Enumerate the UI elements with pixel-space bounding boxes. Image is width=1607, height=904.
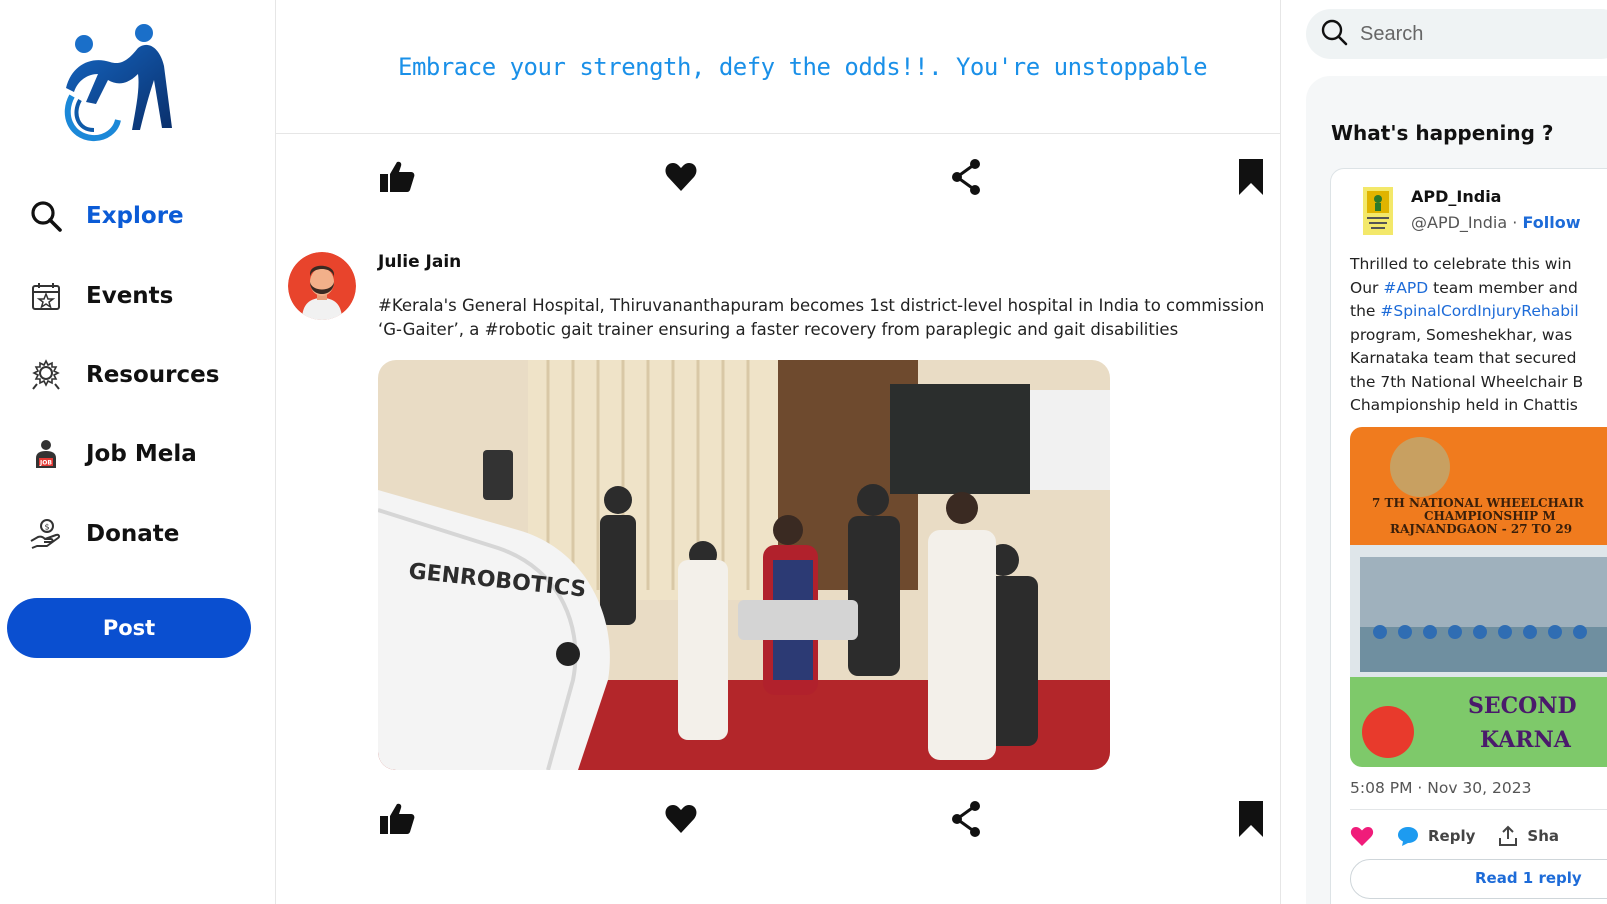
search-input[interactable]	[1360, 22, 1600, 46]
tweet-text-fragment: Our	[1350, 278, 1384, 297]
tweet-text-line: the 7th National Wheelchair B	[1350, 371, 1607, 395]
tweet-text-line: program, Someshekhar, was	[1350, 324, 1607, 348]
main-feed: Embrace your strength, defy the odds!!. …	[276, 0, 1281, 904]
tweet-text-fragment: Thrilled to celebrate this win	[1350, 255, 1572, 273]
whats-happening-title: What's happening ?	[1331, 121, 1554, 145]
tweet-text-line: the #SpinalCordInjuryRehabil	[1350, 300, 1607, 324]
tweet-author-handle: @APD_India · Follow	[1411, 213, 1580, 232]
left-sidebar: Explore Events Resources JOB Job Mela $ …	[0, 0, 276, 904]
reply-label: Reply	[1428, 827, 1476, 845]
avatar[interactable]	[288, 252, 356, 320]
nav-job-mela-label: Job Mela	[86, 441, 197, 467]
upload-share-icon	[1499, 825, 1518, 846]
read-reply-button[interactable]: Read 1 reply	[1350, 859, 1607, 899]
svg-text:$: $	[44, 523, 49, 532]
tweet-image-line-4: SECOND	[1468, 693, 1577, 719]
search-bar[interactable]	[1306, 9, 1607, 59]
hashtag-link[interactable]: #SpinalCordInjuryRehabil	[1380, 302, 1578, 320]
tweet-image-line-3: RAJNANDGAON - 27 TO 29	[1390, 522, 1572, 536]
search-icon	[1320, 18, 1348, 51]
search-icon	[28, 198, 64, 234]
tweet-text-line: Karnataka team that secured	[1350, 347, 1607, 371]
nav-events[interactable]: Events	[28, 276, 173, 316]
tweet-text: Thrilled to celebrate this win Our #APD t…	[1350, 253, 1607, 418]
post-action-bar-2	[276, 794, 1281, 844]
nav-resources-label: Resources	[86, 362, 220, 388]
tweet-text-line: Thrilled to celebrate this win	[1350, 253, 1607, 277]
tweet-divider	[1350, 809, 1607, 810]
tweet-timestamp[interactable]: 5:08 PM · Nov 30, 2023	[1350, 779, 1531, 797]
bookmark-icon[interactable]	[1226, 152, 1276, 202]
post-text: #Kerala's General Hospital, Thiruvananth…	[378, 296, 1265, 339]
tweet-text-line: Championship held in Chattis	[1350, 394, 1607, 418]
tweet-image[interactable]: 7 TH NATIONAL WHEELCHAIR CHAMPIONSHIP M …	[1350, 427, 1607, 767]
nav-donate-label: Donate	[86, 521, 180, 547]
tweet-text-fragment: program, Someshekhar, was	[1350, 325, 1573, 344]
gear-brain-icon	[28, 357, 64, 393]
tweet-text-line: Our #APD team member and	[1350, 277, 1607, 301]
tweet-text-fragment: Karnataka team that secured	[1350, 349, 1577, 367]
right-sidebar: What's happening ? APD_India @APD_India …	[1281, 0, 1607, 904]
share-icon[interactable]	[941, 794, 991, 844]
post-button[interactable]: Post	[7, 598, 251, 658]
tweet-image-line-1: 7 TH NATIONAL WHEELCHAIR	[1372, 496, 1585, 510]
donate-hand-icon: $	[28, 516, 64, 552]
tweet-text-fragment: Championship held in Chattis	[1350, 396, 1578, 414]
like-icon[interactable]	[372, 794, 422, 844]
nav-resources[interactable]: Resources	[28, 355, 219, 395]
share-label: Sha	[1527, 827, 1559, 845]
calendar-star-icon	[28, 278, 64, 314]
heart-icon[interactable]	[656, 794, 706, 844]
nav-events-label: Events	[86, 283, 174, 309]
tweet-reply-button[interactable]: Reply	[1396, 825, 1475, 847]
like-icon[interactable]	[372, 152, 422, 202]
tweet-text-fragment: the	[1350, 302, 1381, 320]
apd-logo[interactable]	[1363, 187, 1393, 235]
embedded-tweet[interactable]: APD_India @APD_India · Follow Thrilled t…	[1330, 168, 1607, 904]
reply-bubble-icon	[1398, 827, 1418, 846]
tweet-text-fragment: team member and	[1428, 278, 1578, 297]
tweet-like-button[interactable]	[1350, 825, 1374, 847]
svg-text:JOB: JOB	[39, 460, 52, 467]
tweet-text-fragment: the 7th National Wheelchair B	[1350, 372, 1584, 391]
heart-icon[interactable]	[656, 152, 706, 202]
hashtag-link[interactable]: #APD	[1383, 279, 1428, 297]
tweet-handle-text[interactable]: @APD_India	[1411, 213, 1507, 232]
nav-explore[interactable]: Explore	[28, 196, 184, 236]
tweet-image-line-2: CHAMPIONSHIP M	[1424, 509, 1556, 523]
post-action-bar	[276, 152, 1281, 202]
share-icon[interactable]	[941, 152, 991, 202]
post-author[interactable]: Julie Jain	[378, 252, 461, 272]
motivation-banner: Embrace your strength, defy the odds!!. …	[276, 0, 1280, 134]
job-person-icon: JOB	[28, 436, 64, 472]
whats-happening-panel: What's happening ? APD_India @APD_India …	[1306, 76, 1607, 904]
nav-donate[interactable]: $ Donate	[28, 514, 179, 554]
tweet-image-line-5: KARNA	[1480, 727, 1572, 753]
nav-job-mela[interactable]: JOB Job Mela	[28, 434, 197, 474]
heart-icon	[1350, 827, 1374, 846]
nav-explore-label: Explore	[86, 203, 184, 229]
app-logo[interactable]	[52, 18, 182, 148]
tweet-actions: Reply Sha	[1350, 821, 1607, 851]
tweet-author-name[interactable]: APD_India	[1411, 187, 1501, 206]
bookmark-icon[interactable]	[1226, 794, 1276, 844]
tweet-handle-separator: ·	[1507, 213, 1523, 232]
follow-link[interactable]: Follow	[1522, 213, 1580, 232]
post-image[interactable]: GENROBOTICS	[378, 360, 1110, 770]
tweet-share-button[interactable]: Sha	[1497, 825, 1559, 847]
banner-text: Embrace your strength, defy the odds!!. …	[398, 52, 1208, 81]
